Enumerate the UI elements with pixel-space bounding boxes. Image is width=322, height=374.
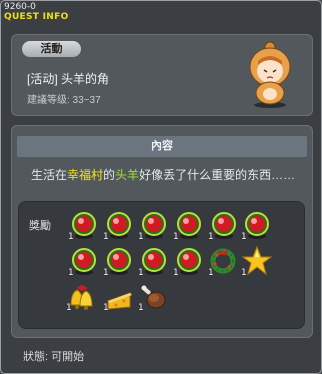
reward-qty: 1: [173, 232, 179, 242]
reward-qty: 1: [103, 303, 109, 313]
reward-qty: 1: [208, 232, 214, 242]
reward-qty: 1: [208, 268, 214, 278]
quest-description: 生活在幸福村的头羊好像丢了什么重要的东西……: [31, 166, 295, 183]
quest-name: [活动] 头羊的角: [27, 72, 110, 86]
npc-portrait: [239, 41, 301, 109]
npc-highlight: 头羊: [115, 168, 140, 182]
place-highlight: 幸福村: [67, 168, 104, 182]
desc-text: 好像丢了什么重要的东西……: [139, 168, 296, 182]
recommended-level: 建議等级: 33~37: [27, 95, 101, 106]
desc-text: 的: [103, 168, 116, 182]
content-section-title: 內容: [17, 136, 307, 157]
quest-info-window: 9260-0 QUEST INFO 活動 [活动] 头羊的角 建議等级: 33~…: [0, 0, 322, 374]
rewards-label: 獎勵: [29, 220, 51, 232]
category-badge: 活動: [22, 41, 81, 57]
reward-qty: 1: [138, 268, 144, 278]
reward-qty: 1: [138, 232, 144, 242]
reward-qty: 1: [241, 232, 247, 242]
reward-qty: 1: [103, 268, 109, 278]
reward-qty: 1: [173, 268, 179, 278]
reward-qty: 1: [241, 268, 247, 278]
desc-text: 生活在: [31, 168, 68, 182]
reward-qty: 1: [66, 303, 72, 313]
quest-code: 9260-0: [4, 2, 36, 12]
reward-qty: 1: [68, 232, 74, 242]
window-title[interactable]: QUEST INFO: [4, 12, 69, 22]
quest-status: 狀態: 可開始: [23, 351, 85, 363]
reward-qty: 1: [138, 303, 144, 313]
reward-qty: 1: [103, 232, 109, 242]
reward-qty: 1: [68, 268, 74, 278]
